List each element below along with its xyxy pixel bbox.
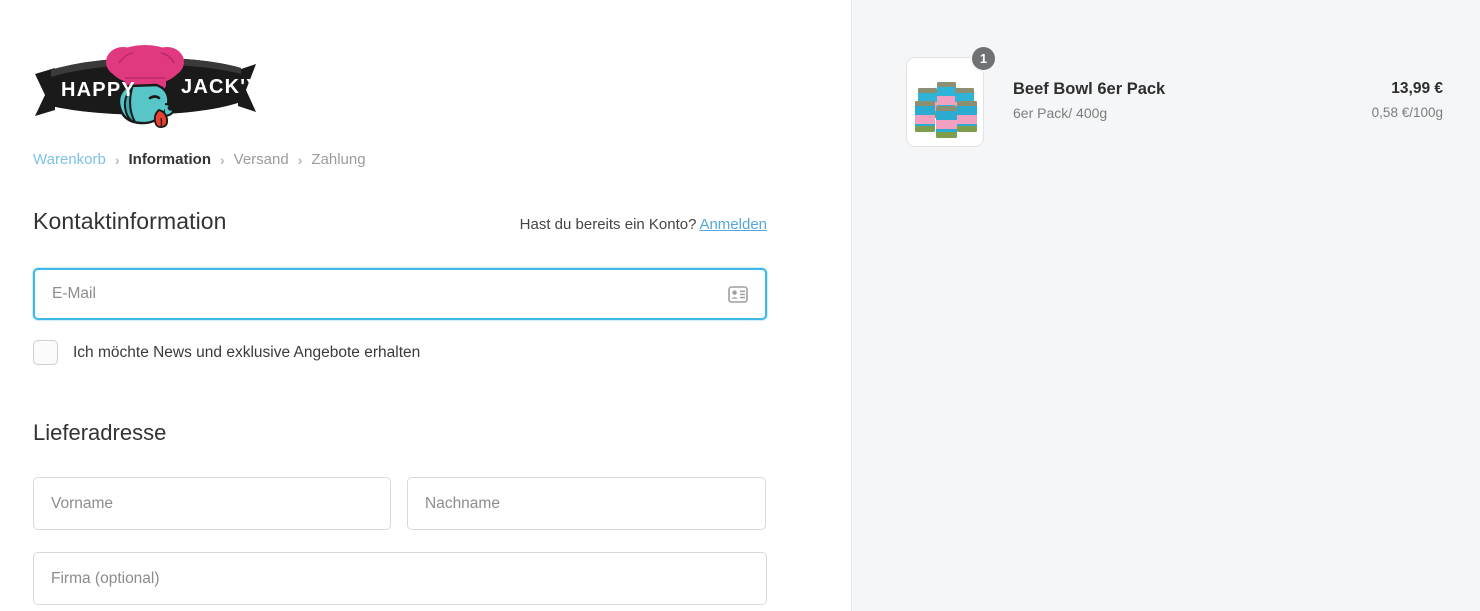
product-name: Beef Bowl 6er Pack (1013, 80, 1166, 98)
newsletter-checkbox-row[interactable]: Ich möchte News und exklusive Angebote e… (33, 340, 420, 365)
last-name-placeholder: Nachname (425, 494, 500, 512)
breadcrumb-item-zahlung: Zahlung (311, 151, 366, 168)
logo-text-left: HAPPY (61, 79, 136, 101)
six-pack-cans-icon (907, 58, 983, 146)
contact-card-icon[interactable] (728, 285, 748, 303)
newsletter-checkbox-label: Ich möchte News und exklusive Angebote e… (73, 343, 421, 361)
order-line-item: 1 Beef Bowl 6er Pack 6er Pack/ 400g 13,9… (906, 45, 1443, 147)
login-link[interactable]: Anmelden (699, 216, 767, 233)
breadcrumb-separator-icon: › (219, 152, 225, 168)
company-input[interactable]: Firma (optional) (33, 552, 767, 605)
product-price: 13,99 € (1391, 80, 1443, 97)
breadcrumb-separator-icon: › (297, 152, 303, 168)
first-name-input[interactable]: Vorname (33, 477, 391, 530)
email-placeholder: E-Mail (52, 285, 96, 302)
last-name-input[interactable]: Nachname (407, 477, 766, 530)
product-thumbnail-wrapper: 1 (906, 45, 997, 147)
site-logo[interactable]: HAPPY JACK'Y (33, 38, 258, 130)
product-price-group: 13,99 € 0,58 €/100g (1372, 57, 1443, 120)
existing-account-question: Hast du bereits ein Konto? (519, 216, 697, 233)
newsletter-checkbox[interactable] (33, 340, 58, 365)
first-name-placeholder: Vorname (51, 494, 114, 512)
breadcrumb-item-warenkorb[interactable]: Warenkorb (33, 150, 106, 170)
breadcrumb: Warenkorb › Information › Versand › Zahl… (33, 150, 366, 170)
product-info: Beef Bowl 6er Pack 6er Pack/ 400g (1013, 57, 1372, 121)
happy-jacky-logo-icon: HAPPY JACK'Y (35, 45, 258, 129)
shipping-address-title: Lieferadresse (33, 420, 167, 445)
product-thumbnail[interactable] (906, 57, 984, 147)
checkout-form-column: HAPPY JACK'Y Warenkorb › Information › V… (0, 0, 851, 611)
contact-section-title: Kontaktinformation (33, 208, 227, 234)
checkout-page: HAPPY JACK'Y Warenkorb › Information › V… (0, 0, 1480, 611)
contact-section-header: Kontaktinformation Hast du bereits ein K… (33, 208, 767, 235)
email-input[interactable]: E-Mail (33, 268, 767, 320)
product-unit-price: 0,58 €/100g (1371, 105, 1443, 120)
breadcrumb-item-information[interactable]: Information (128, 150, 211, 170)
order-summary-column: 1 Beef Bowl 6er Pack 6er Pack/ 400g 13,9… (851, 0, 1480, 611)
existing-account-prompt: Hast du bereits ein Konto? Anmelden (520, 216, 767, 233)
logo-text-right: JACK'Y (181, 76, 258, 98)
quantity-badge: 1 (970, 45, 997, 72)
product-variant: 6er Pack/ 400g (1013, 105, 1108, 121)
company-placeholder: Firma (optional) (51, 569, 160, 587)
breadcrumb-item-versand: Versand (233, 151, 289, 168)
breadcrumb-separator-icon: › (114, 152, 120, 168)
